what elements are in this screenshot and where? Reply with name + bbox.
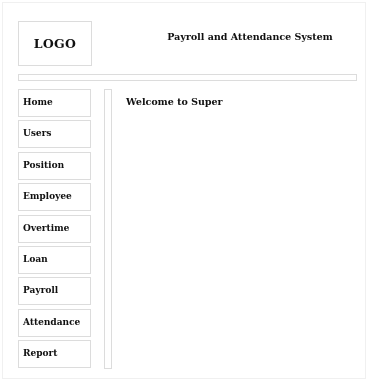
sidebar-item-position[interactable]: Position	[18, 151, 91, 180]
sidebar-item-label: Users	[23, 129, 52, 140]
header-divider-bar	[18, 74, 357, 81]
sidebar-scrollbar[interactable]	[104, 89, 112, 369]
logo-text: LOGO	[33, 36, 77, 51]
sidebar-item-payroll[interactable]: Payroll	[18, 277, 91, 306]
sidebar-item-report[interactable]: Report	[18, 340, 91, 369]
sidebar-item-label: Home	[23, 98, 53, 108]
sidebar-item-label: Overtime	[23, 223, 70, 234]
sidebar-item-label: Attendance	[23, 317, 81, 328]
sidebar-item-label: Report	[23, 349, 58, 360]
sidebar-item-label: Employee	[23, 192, 72, 203]
sidebar-item-home[interactable]: Home	[18, 89, 91, 117]
sidebar-item-label: Loan	[23, 254, 48, 265]
sidebar: Home Users Position Employee Overtime Lo…	[18, 89, 91, 372]
sidebar-item-loan[interactable]: Loan	[18, 245, 91, 274]
sidebar-item-overtime[interactable]: Overtime	[18, 214, 91, 243]
sidebar-item-label: Position	[23, 160, 65, 171]
welcome-message: Welcome to Super	[126, 97, 223, 108]
app-title: Payroll and Attendance System	[167, 32, 333, 43]
sidebar-item-label: Payroll	[23, 286, 59, 297]
sidebar-item-employee[interactable]: Employee	[18, 183, 91, 212]
sidebar-item-users[interactable]: Users	[18, 120, 91, 149]
sidebar-item-attendance[interactable]: Attendance	[18, 308, 91, 337]
logo: LOGO	[18, 21, 92, 66]
